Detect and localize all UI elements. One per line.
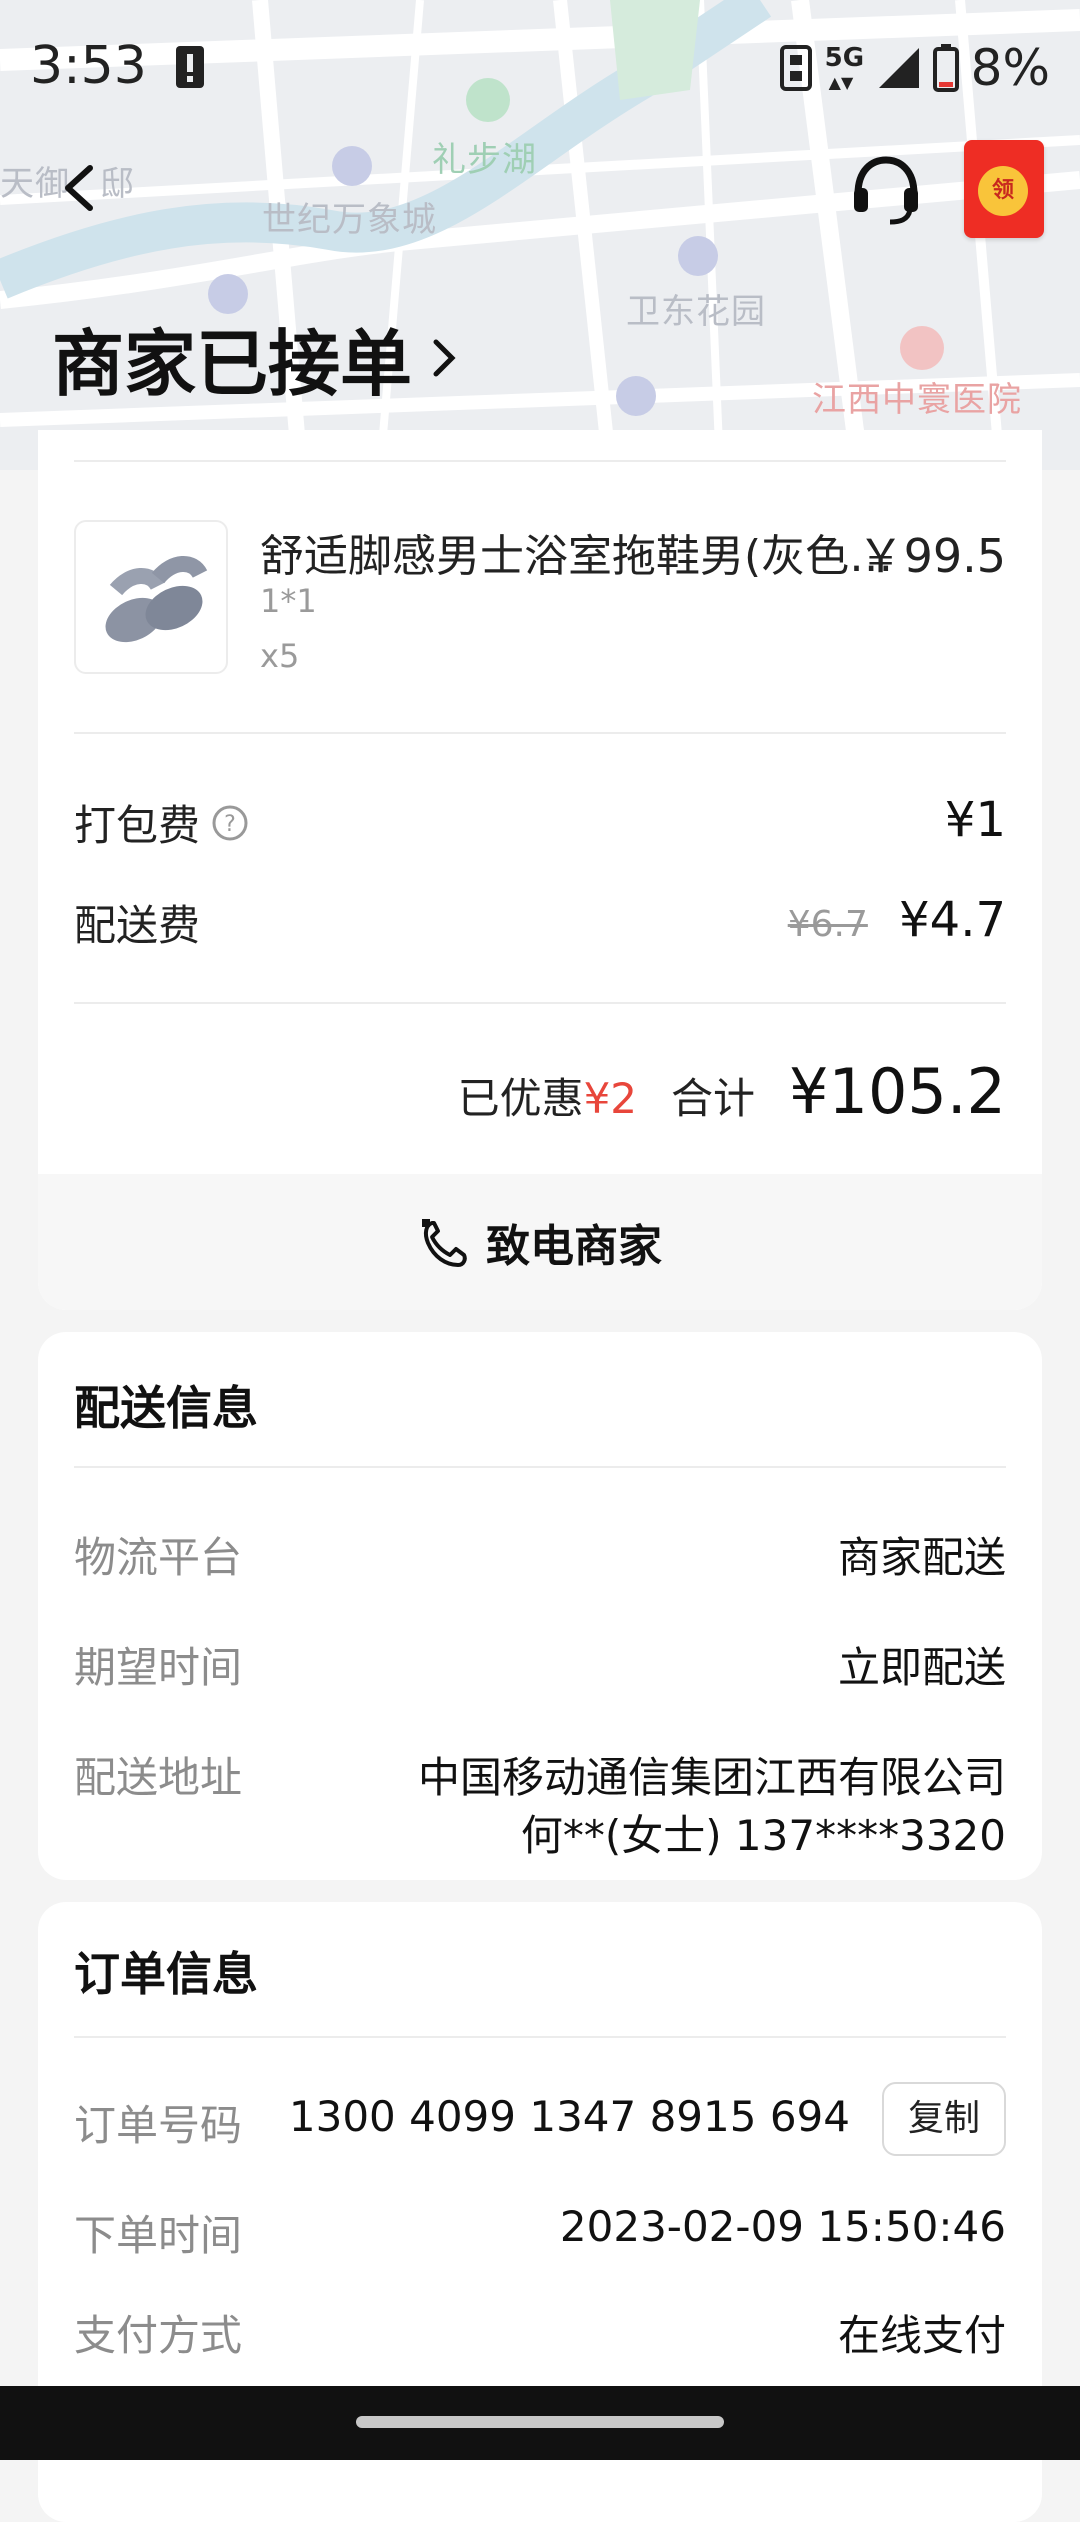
chevron-right-icon bbox=[433, 339, 456, 376]
system-navigation-bar bbox=[0, 2386, 1080, 2460]
order-number-value: 1300 4099 1347 8915 694 bbox=[288, 2092, 850, 2141]
order-number-label: 订单号码 bbox=[74, 2101, 243, 2150]
order-summary-card: 舒适脚感男士浴室拖鞋男(灰色… ￥99.5 1*1 x5 打包费 ? ¥1 配送… bbox=[38, 430, 1042, 1310]
delivery-contact: 何**(女士) 137****3320 bbox=[520, 1811, 1006, 1860]
customer-service-button[interactable] bbox=[848, 152, 924, 228]
status-bar: 3:53 5G ▲▼ 8% bbox=[0, 0, 1080, 130]
delivery-fee-row: ¥6.7 ¥4.7 bbox=[788, 892, 1006, 948]
redpacket-coin-icon: 领 bbox=[978, 166, 1028, 216]
total-label: 合计 bbox=[671, 1074, 756, 1123]
signal-icon bbox=[878, 48, 919, 88]
total-value: ¥105.2 bbox=[789, 1055, 1006, 1128]
logistics-platform-label: 物流平台 bbox=[74, 1533, 243, 1582]
map-label-garden: 卫东花园 bbox=[626, 292, 766, 332]
status-time: 3:53 bbox=[30, 36, 147, 96]
order-info-title: 订单信息 bbox=[74, 1947, 258, 2001]
discount-value: ¥2 bbox=[583, 1074, 638, 1123]
order-time-value: 2023-02-09 15:50:46 bbox=[559, 2202, 1006, 2251]
packing-fee-value: ¥1 bbox=[944, 792, 1006, 848]
network-type-icon: 5G ▲▼ bbox=[824, 43, 865, 92]
page-title: 商家已接单 bbox=[52, 322, 413, 406]
logistics-platform-value: 商家配送 bbox=[837, 1533, 1006, 1582]
product-spec: 1*1 bbox=[260, 582, 317, 620]
home-indicator[interactable] bbox=[356, 2416, 724, 2428]
delivery-address-label: 配送地址 bbox=[74, 1753, 243, 1802]
delivery-address-line1: 中国移动通信集团江西有限公司 bbox=[417, 1753, 1006, 1802]
map-label-mall: 世纪万象城 bbox=[262, 200, 437, 240]
delivery-info-card: 配送信息 物流平台 商家配送 期望时间 立即配送 配送地址 中国移动通信集团江西… bbox=[38, 1332, 1042, 1880]
discount-label: 已优惠 bbox=[457, 1074, 584, 1123]
payment-method-label: 支付方式 bbox=[74, 2311, 243, 2360]
total-row: 已优惠 ¥2 合计 ¥105.2 bbox=[458, 1055, 1006, 1128]
help-icon[interactable]: ? bbox=[210, 803, 250, 843]
product-quantity: x5 bbox=[260, 637, 300, 675]
headset-icon bbox=[854, 156, 918, 225]
product-thumbnail[interactable] bbox=[74, 520, 228, 674]
expected-time-value: 立即配送 bbox=[837, 1643, 1006, 1692]
svg-text:?: ? bbox=[224, 812, 236, 837]
volte-icon bbox=[779, 45, 812, 91]
delivery-fee-value: ¥4.7 bbox=[899, 892, 1006, 948]
order-time-label: 下单时间 bbox=[74, 2211, 243, 2260]
battery-percent: 8% bbox=[970, 39, 1050, 97]
expected-time-label: 期望时间 bbox=[74, 1643, 243, 1692]
delivery-fee-original: ¥6.7 bbox=[787, 904, 868, 945]
delivery-info-title: 配送信息 bbox=[74, 1381, 258, 1435]
copy-order-number-button[interactable]: 复制 bbox=[882, 2082, 1006, 2156]
packing-fee-label: 打包费 bbox=[74, 801, 201, 850]
map-label-hospital: 江西中寰医院 bbox=[812, 380, 1022, 420]
call-merchant-button[interactable]: 致电商家 bbox=[38, 1174, 1042, 1310]
map-label-lake: 礼步湖 bbox=[432, 140, 537, 180]
battery-icon bbox=[932, 44, 959, 92]
chevron-left-icon bbox=[65, 165, 93, 211]
order-status-title[interactable]: 商家已接单 bbox=[52, 305, 458, 410]
sim-alert-icon bbox=[176, 46, 204, 88]
redpacket-button[interactable]: 领 bbox=[964, 140, 1044, 238]
call-merchant-label: 致电商家 bbox=[486, 1221, 662, 1272]
packing-fee-row: 打包费 ? bbox=[74, 792, 250, 853]
payment-method-value: 在线支付 bbox=[837, 2311, 1006, 2360]
product-price: ￥99.5 bbox=[857, 529, 1006, 583]
delivery-fee-label: 配送费 bbox=[74, 901, 201, 950]
slipper-image bbox=[105, 556, 208, 643]
phone-icon bbox=[422, 1219, 467, 1267]
back-button[interactable] bbox=[52, 158, 112, 218]
product-name[interactable]: 舒适脚感男士浴室拖鞋男(灰色… bbox=[260, 520, 893, 584]
